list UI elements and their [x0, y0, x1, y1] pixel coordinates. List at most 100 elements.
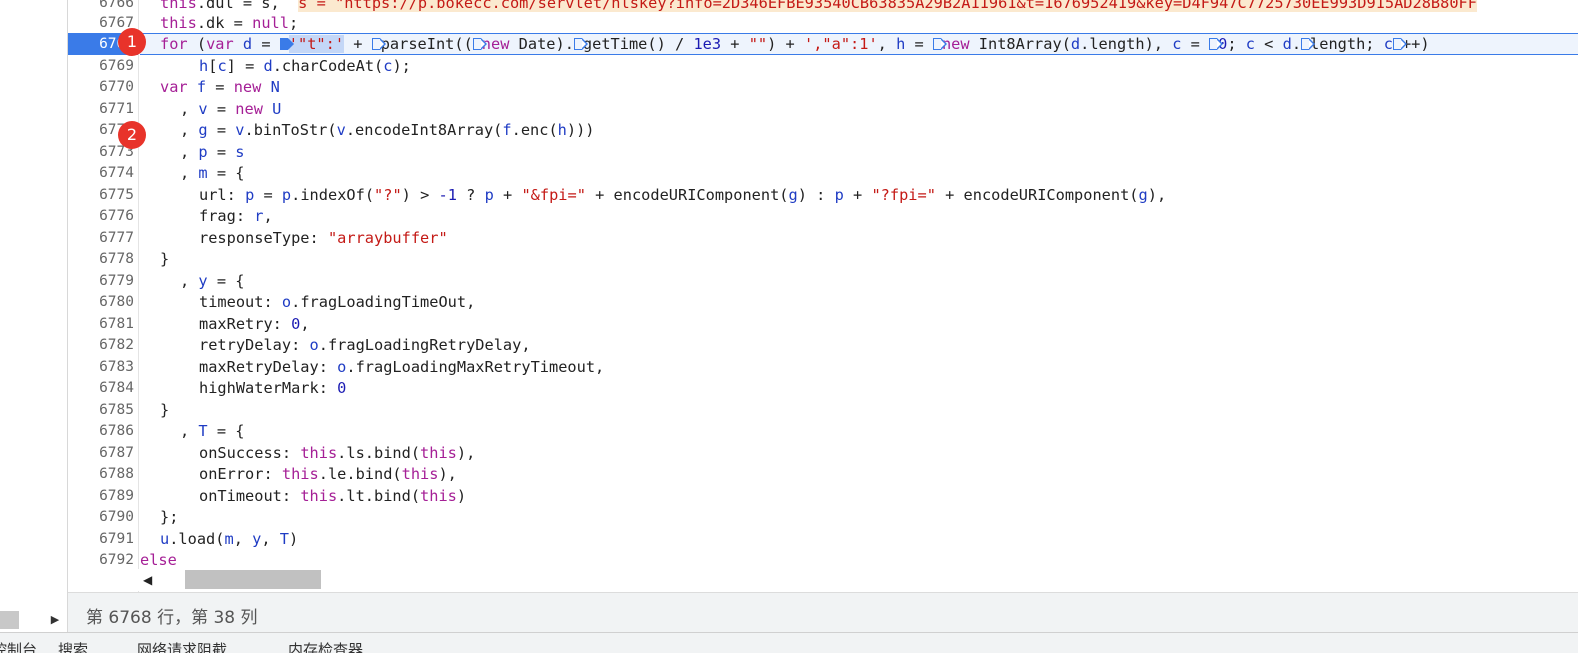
- tab-network-request-blocking[interactable]: 网络请求阻截: [137, 639, 227, 653]
- line-number[interactable]: 6774: [68, 162, 134, 184]
- line-number[interactable]: 6784: [68, 377, 134, 399]
- line-number[interactable]: 6777: [68, 227, 134, 249]
- cursor-position-label: 第 6768 行，第 38 列: [86, 608, 258, 628]
- horizontal-scrollbar[interactable]: ◀: [68, 569, 1578, 591]
- breakpoint-marker-icon[interactable]: [573, 38, 588, 50]
- breakpoint-marker-icon[interactable]: [1301, 38, 1316, 50]
- code-token: d: [1282, 35, 1292, 53]
- code-token: Date).: [509, 35, 574, 53]
- code-line-6776[interactable]: frag: r,: [199, 205, 1578, 227]
- code-token: .fragLoadingMaxRetryTimeout,: [346, 358, 605, 376]
- code-token: o: [281, 293, 292, 311]
- code-token: v: [235, 121, 245, 139]
- tab-console[interactable]: 控制台: [0, 639, 37, 653]
- code-token: var: [160, 78, 188, 96]
- code-token: s = "https://p.bokecc.com/servlet/hlskey…: [298, 0, 1477, 12]
- code-line-6790[interactable]: };: [160, 506, 1578, 528]
- code-token: (: [187, 35, 207, 53]
- code-line-6771[interactable]: , v = new U: [180, 98, 1578, 120]
- code-token: N: [270, 78, 280, 96]
- navigator-scrollbar-thumb[interactable]: [0, 611, 19, 629]
- line-number[interactable]: 6780: [68, 291, 134, 313]
- code-line-6780[interactable]: timeout: o.fragLoadingTimeOut,: [199, 291, 1578, 313]
- line-number[interactable]: 6792: [68, 549, 134, 571]
- code-token: ) :: [797, 186, 835, 204]
- code-token: =: [254, 186, 282, 204]
- line-number[interactable]: 6771: [68, 98, 134, 120]
- code-token: highWaterMark:: [199, 379, 338, 397]
- breakpoint-marker-icon[interactable]: [472, 38, 487, 50]
- code-line-6785[interactable]: }: [160, 399, 1578, 421]
- code-line-6773[interactable]: , p = s: [180, 141, 1578, 163]
- breakpoint-marker-icon[interactable]: [1209, 38, 1224, 50]
- code-line-6787[interactable]: onSuccess: this.ls.bind(this),: [199, 442, 1578, 464]
- line-number[interactable]: 6789: [68, 485, 134, 507]
- line-number[interactable]: 6776: [68, 205, 134, 227]
- line-number[interactable]: 6790: [68, 506, 134, 528]
- code-line-6789[interactable]: onTimeout: this.lt.bind(this): [199, 485, 1578, 507]
- navigator-expand-arrow-icon[interactable]: ▶: [48, 612, 62, 628]
- code-token: p: [245, 186, 255, 204]
- code-line-6778[interactable]: }: [160, 248, 1578, 270]
- code-line-6784[interactable]: highWaterMark: 0: [199, 377, 1578, 399]
- line-number[interactable]: 6791: [68, 528, 134, 550]
- breakpoint-marker-icon[interactable]: [279, 38, 294, 50]
- code-line-6786[interactable]: , T = {: [180, 420, 1578, 442]
- horizontal-scrollbar-thumb[interactable]: [185, 570, 321, 589]
- line-number[interactable]: 6783: [68, 356, 134, 378]
- code-token: c: [217, 57, 227, 75]
- code-line-6782[interactable]: retryDelay: o.fragLoadingRetryDelay,: [199, 334, 1578, 356]
- breakpoint-marker-icon[interactable]: [932, 38, 947, 50]
- code-line-6768-active[interactable]: for (var d = '"t":' + parseInt((new Date…: [140, 33, 1578, 55]
- line-number[interactable]: 6778: [68, 248, 134, 270]
- code-area[interactable]: this.dul = s, s = "https://p.bokecc.com/…: [140, 0, 1578, 592]
- code-line-6779[interactable]: , y = {: [180, 270, 1578, 292]
- code-line-6769[interactable]: h[c] = d.charCodeAt(c);: [199, 55, 1578, 77]
- code-line-6783[interactable]: maxRetryDelay: o.fragLoadingMaxRetryTime…: [199, 356, 1578, 378]
- code-token: this: [420, 487, 457, 505]
- line-number[interactable]: 6786: [68, 420, 134, 442]
- code-line-6777[interactable]: responseType: "arraybuffer": [199, 227, 1578, 249]
- code-token: f: [502, 121, 512, 139]
- code-line-6770[interactable]: var f = new N: [160, 76, 1578, 98]
- line-number[interactable]: 6779: [68, 270, 134, 292]
- code-token: =: [207, 100, 236, 118]
- annotation-badge-2: 2: [118, 121, 146, 149]
- code-line-6767[interactable]: this.dk = null;: [160, 12, 1578, 34]
- code-line-6775[interactable]: url: p = p.indexOf("?") > -1 ? p + "&fpi…: [199, 184, 1578, 206]
- line-number-gutter: 6766 6767 6768 6769 6770 6771 6772 6773 6774 6775…: [68, 0, 139, 592]
- code-line-6774[interactable]: , m = {: [180, 162, 1578, 184]
- code-token: <: [1254, 35, 1283, 53]
- scroll-left-arrow-icon[interactable]: ◀: [143, 572, 152, 588]
- annotation-badge-1: 1: [118, 28, 146, 56]
- code-editor[interactable]: 6766 6767 6768 6769 6770 6771 6772 6773 6774 6775…: [68, 0, 1578, 592]
- line-number[interactable]: 6782: [68, 334, 134, 356]
- code-token: };: [160, 508, 179, 526]
- code-token: url:: [199, 186, 246, 204]
- breakpoint-marker-icon[interactable]: [1392, 38, 1407, 50]
- code-token: + encodeURIComponent(: [585, 186, 789, 204]
- code-token: .encodeInt8Array(: [345, 121, 503, 139]
- code-token: ),: [438, 465, 457, 483]
- code-line-6781[interactable]: maxRetry: 0,: [199, 313, 1578, 335]
- code-line-6788[interactable]: onError: this.le.bind(this),: [199, 463, 1578, 485]
- code-token: ;: [288, 14, 299, 32]
- line-number[interactable]: 6781: [68, 313, 134, 335]
- code-token: v: [336, 121, 346, 139]
- line-number[interactable]: 6775: [68, 184, 134, 206]
- line-number[interactable]: 6788: [68, 463, 134, 485]
- tab-search[interactable]: 搜索: [58, 639, 88, 653]
- code-token: ,: [261, 530, 280, 548]
- breakpoint-marker-icon[interactable]: [371, 38, 386, 50]
- code-line-6792[interactable]: else: [140, 549, 1578, 571]
- code-line-6772[interactable]: , g = v.binToStr(v.encodeInt8Array(f.enc…: [180, 119, 1578, 141]
- code-line-6791[interactable]: u.load(m, y, T): [160, 528, 1578, 550]
- line-number[interactable]: 6787: [68, 442, 134, 464]
- line-number[interactable]: 6785: [68, 399, 134, 421]
- line-number[interactable]: 6770: [68, 76, 134, 98]
- tab-memory-inspector[interactable]: 内存检查器: [288, 639, 363, 653]
- code-token: U: [272, 100, 282, 118]
- line-number[interactable]: 6769: [68, 55, 134, 77]
- code-token: -1: [438, 186, 457, 204]
